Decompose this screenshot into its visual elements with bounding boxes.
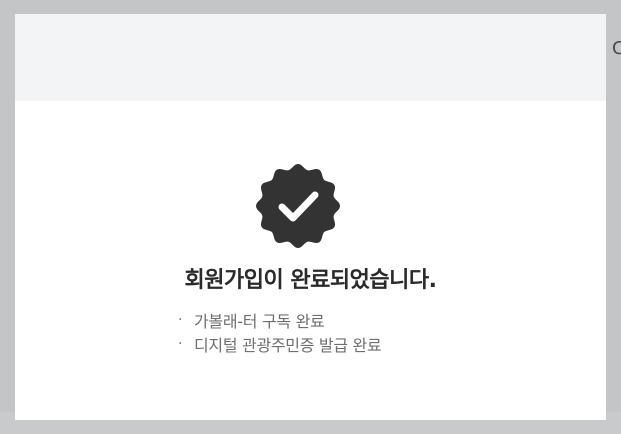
list-item-label: 가볼래-터 구독 완료 [194,312,325,331]
dialog-header [15,14,606,101]
background-partial-glyph: C [612,38,621,59]
completion-list: · 가볼래-터 구독 완료 · 디지털 관광주민증 발급 완료 [178,308,558,356]
list-item-label: 디지털 관광주민증 발급 완료 [194,336,382,355]
bullet: · [178,312,183,328]
bullet: · [178,336,183,352]
dialog-body [15,101,606,420]
dialog-title: 회원가입이 완료되었습니다. [184,268,437,293]
list-item: · 가볼래-터 구독 완료 [178,308,558,332]
list-item: · 디지털 관광주민증 발급 완료 [178,332,558,356]
verified-check-badge-icon [256,164,340,248]
signup-complete-dialog: 회원가입이 완료되었습니다. · 가볼래-터 구독 완료 · 디지털 관광주민증… [15,14,606,420]
